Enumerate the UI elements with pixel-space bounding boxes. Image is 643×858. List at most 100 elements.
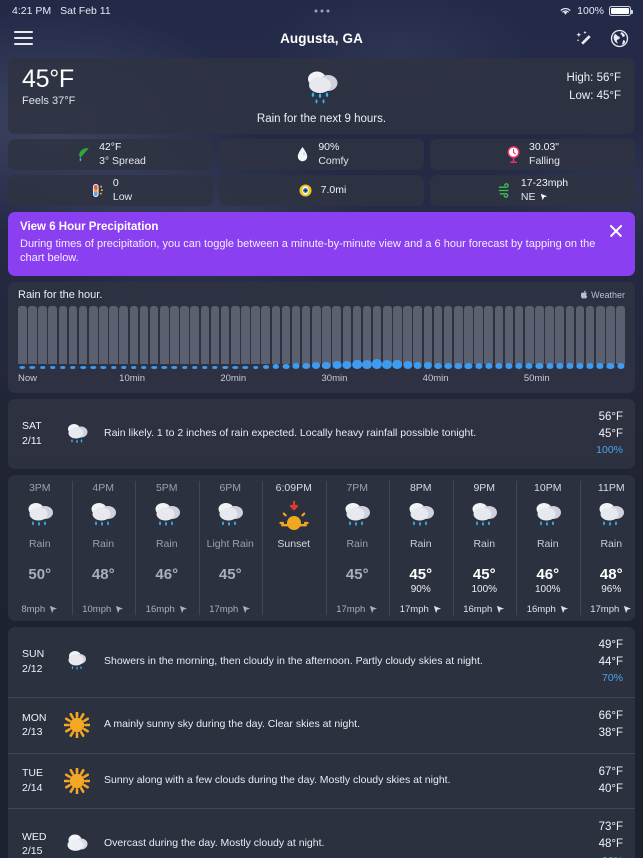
chart-bar-value xyxy=(222,366,228,369)
hourly-precipitation-chance: 100% xyxy=(534,583,561,595)
chart-bar-value xyxy=(312,362,321,369)
chart-bar-track xyxy=(170,305,179,364)
chart-attribution: Weather xyxy=(581,290,625,300)
hourly-condition: Rain xyxy=(28,537,51,550)
chart-bar-value xyxy=(402,360,413,369)
chart-bar-value xyxy=(352,360,362,369)
chart-bar-value xyxy=(454,363,463,369)
hourly-column-7pm[interactable]: 7PM Rain 45° 17mph xyxy=(325,475,390,621)
chart-bar-track xyxy=(139,305,149,364)
table-row[interactable]: TUE 2/14 Sunny along with a few clouds dur… xyxy=(8,752,635,809)
status-bar-dots-icon xyxy=(314,9,329,13)
hourly-time: 6PM xyxy=(219,481,242,494)
hourly-wind: 10mph xyxy=(72,604,136,615)
low-temperature: Low: 45°F xyxy=(569,89,621,102)
hourly-column-10pm[interactable]: 10PM Rain 46° 100% 16mph xyxy=(516,475,580,621)
close-icon[interactable] xyxy=(608,223,624,239)
chart-bar-track xyxy=(301,305,311,364)
chart-bar xyxy=(596,305,605,369)
forecast-description: A mainly sunny sky during the day. Clear… xyxy=(104,718,361,731)
chart-bar xyxy=(525,305,534,369)
chart-bar-value xyxy=(535,363,544,369)
apple-logo-icon xyxy=(581,290,588,299)
chart-bar-value xyxy=(392,360,403,369)
chart-bar xyxy=(149,305,159,369)
wind-direction-arrow-icon xyxy=(497,605,505,613)
wind-direction-arrow-icon xyxy=(624,605,632,613)
metric-pressure[interactable]: 30.03" Falling xyxy=(430,139,635,170)
chart-bar-value xyxy=(80,366,86,369)
metric-value: 0 xyxy=(112,177,119,190)
precipitation-chart-card[interactable]: Rain for the hour. Weather Now 10min 20min… xyxy=(8,281,635,393)
hourly-column-8pm[interactable]: 8PM Rain 45° 90% 17mph xyxy=(389,475,453,621)
hourly-wind: 17mph xyxy=(389,604,453,615)
chart-bar-value xyxy=(272,364,279,369)
sunny-icon xyxy=(62,767,92,794)
current-conditions-card[interactable]: 45°F Feels 37°F High: 56°F Low: 45°F Rai… xyxy=(8,58,635,134)
metric-dew-point[interactable]: 42°F 3° Spread xyxy=(8,139,213,170)
magic-wand-icon[interactable] xyxy=(575,29,594,48)
today-forecast-card[interactable]: SAT 2/11 Rain likely. 1 to 2 inches of r… xyxy=(8,398,635,469)
hourly-wind: 17mph xyxy=(199,604,263,615)
chart-bar-track xyxy=(291,305,301,364)
chart-bar xyxy=(484,305,494,369)
chart-bar xyxy=(129,305,139,369)
hourly-column-9pm[interactable]: 9PM Rain 45° 100% 16mph xyxy=(452,475,517,621)
hourly-column-3pm[interactable]: 3PM Rain 50° 8mph xyxy=(8,475,72,621)
sunset-icon xyxy=(262,494,326,538)
daily-forecast-list[interactable]: SUN 2/12 Showers in the morning, then clou… xyxy=(8,626,635,858)
chart-bar-track xyxy=(433,305,443,364)
chart-bar-value xyxy=(332,361,342,369)
hourly-column-4pm[interactable]: 4PM Rain 48° 10mph xyxy=(71,475,136,621)
rain-cloud-icon xyxy=(199,494,263,538)
chart-axis-tick: 20min xyxy=(220,372,247,384)
chart-bar xyxy=(312,305,321,369)
low-temperature: 45°F xyxy=(598,427,623,440)
globe-icon[interactable] xyxy=(610,29,629,48)
chart-bar-value xyxy=(90,366,96,369)
chart-bar-value xyxy=(282,363,290,369)
precipitation-chance: 70% xyxy=(601,672,623,685)
chart-bar xyxy=(616,305,625,369)
chart-bar xyxy=(261,305,270,369)
precipitation-banner[interactable]: View 6 Hour Precipitation During times o… xyxy=(8,212,635,276)
chart-bar-track xyxy=(38,305,47,364)
hourly-column-11pm[interactable]: 11PM Rain 48° 96% 17mph xyxy=(579,475,636,621)
metric-visibility[interactable]: 7.0mi xyxy=(219,175,424,206)
chart-bar-value xyxy=(242,365,249,369)
chart-bar-value xyxy=(576,363,584,369)
table-row[interactable]: SAT 2/11 Rain likely. 1 to 2 inches of r… xyxy=(8,399,635,469)
chart-bar-track xyxy=(403,305,412,364)
chart-bar-track xyxy=(18,305,27,364)
day-date: 2/12 xyxy=(22,662,43,675)
hourly-forecast-strip[interactable]: 3PM Rain 50° 8mph 4PM Rain 48° 10mph 5PM Rain 46° 1… xyxy=(8,474,636,621)
chart-bar-track xyxy=(443,305,453,364)
hourly-column-609pm[interactable]: 6:09PM Sunset xyxy=(262,475,326,621)
table-row[interactable]: MON 2/13 A mainly sunny sky during the day… xyxy=(8,697,635,753)
hourly-time: 3PM xyxy=(28,481,51,494)
metric-uv-index[interactable]: 0 Low xyxy=(8,175,213,206)
chart-bar-track xyxy=(535,305,544,364)
chart-bar xyxy=(139,305,149,369)
dew-point-leaf-icon xyxy=(79,148,89,162)
chart-bar-value xyxy=(262,365,269,369)
chart-bar xyxy=(170,305,179,369)
hourly-time: 8PM xyxy=(409,481,432,494)
hourly-precipitation-chance xyxy=(199,584,263,596)
chart-axis-tick: Now xyxy=(18,372,38,384)
chart-bar-track xyxy=(454,305,463,364)
precipitation-chart-plot[interactable] xyxy=(18,305,625,369)
hamburger-menu-icon[interactable] xyxy=(14,31,33,45)
table-row[interactable]: WED 2/15 Overcast during the day. Mostly c… xyxy=(8,808,635,858)
hourly-column-5pm[interactable]: 5PM Rain 46° 16mph xyxy=(135,475,199,621)
metric-humidity[interactable]: 90% Comfy xyxy=(219,139,424,170)
hourly-column-6pm[interactable]: 6PM Light Rain 45° 17mph xyxy=(198,475,263,621)
chart-bar-track xyxy=(220,305,230,364)
chart-bar-track xyxy=(230,305,240,364)
chart-bar-track xyxy=(48,305,57,364)
chart-bar xyxy=(474,305,483,369)
hourly-time: 9PM xyxy=(473,481,496,494)
table-row[interactable]: SUN 2/12 Showers in the morning, then clou… xyxy=(8,627,635,697)
day-date: 2/13 xyxy=(22,726,43,739)
metric-wind[interactable]: 17-23mph NE xyxy=(430,175,635,206)
